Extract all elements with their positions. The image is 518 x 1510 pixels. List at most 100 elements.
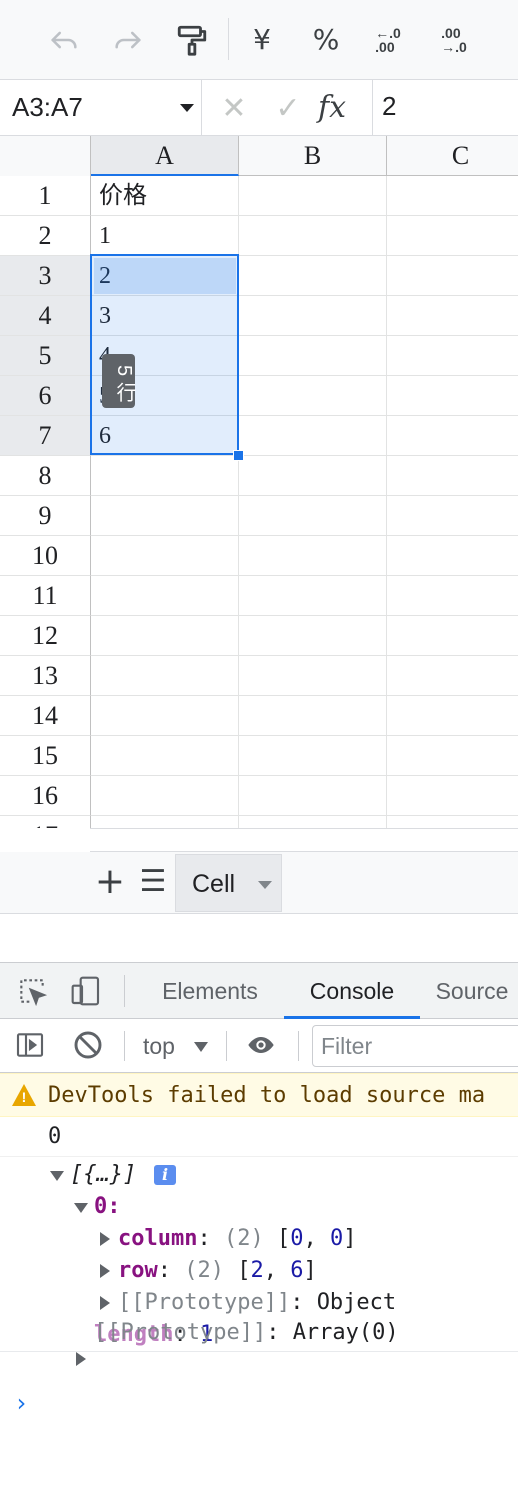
formula-input[interactable]: 2 [382, 90, 396, 122]
cell-c[interactable] [387, 216, 518, 256]
cell-a[interactable] [91, 776, 239, 816]
cell-c[interactable] [387, 496, 518, 536]
cell-a[interactable]: 2 [91, 256, 239, 296]
cell-c[interactable] [387, 696, 518, 736]
tab-sources[interactable]: Source [412, 963, 518, 1019]
cell-b[interactable] [239, 656, 387, 696]
cell-b[interactable] [239, 216, 387, 256]
increase-decimal-button[interactable]: .00 →.0 [434, 20, 474, 60]
cell-b[interactable] [239, 256, 387, 296]
row-header[interactable]: 13 [0, 656, 91, 696]
expand-triangle-icon[interactable] [50, 1171, 64, 1181]
cell-b[interactable] [239, 616, 387, 656]
row-header[interactable]: 16 [0, 776, 91, 816]
cell-c[interactable] [387, 536, 518, 576]
cell-a[interactable]: 6 [91, 416, 239, 456]
cell-c[interactable] [387, 416, 518, 456]
row-header[interactable]: 7 [0, 416, 91, 456]
info-icon[interactable]: i [154, 1165, 176, 1185]
cell-a[interactable] [91, 456, 239, 496]
console-prompt-icon[interactable]: › [14, 1387, 28, 1419]
chevron-down-icon[interactable] [180, 104, 194, 112]
cell-b[interactable] [239, 456, 387, 496]
cell-c[interactable] [387, 336, 518, 376]
cell-b[interactable] [239, 336, 387, 376]
cell-a[interactable] [91, 736, 239, 776]
array-summary[interactable]: [{…}] [70, 1159, 136, 1191]
row-header[interactable]: 12 [0, 616, 91, 656]
row-property[interactable]: row: (2) [2, 6] [118, 1255, 317, 1287]
undo-button[interactable] [44, 20, 84, 60]
cell-c[interactable] [387, 656, 518, 696]
cell-a[interactable]: 价格 [91, 176, 239, 216]
row-header[interactable]: 1 [0, 176, 91, 216]
cell-a[interactable] [91, 496, 239, 536]
cell-c[interactable] [387, 816, 518, 828]
collapsed-triangle-icon[interactable] [100, 1264, 110, 1278]
clear-console-icon[interactable] [72, 1029, 104, 1061]
row-header[interactable]: 14 [0, 696, 91, 736]
array-prototype-property[interactable]: [[Prototype]]: Array(0) [94, 1317, 399, 1349]
column-header-a[interactable]: A [91, 136, 239, 176]
collapsed-triangle-icon[interactable] [76, 1352, 86, 1366]
confirm-edit-icon[interactable]: ✓ [268, 88, 308, 128]
row-header[interactable]: 5 [0, 336, 91, 376]
row-header[interactable]: 15 [0, 736, 91, 776]
item-key-0[interactable]: 0: [94, 1191, 121, 1223]
cell-b[interactable] [239, 776, 387, 816]
currency-format-button[interactable]: ¥ [242, 20, 282, 60]
cell-b[interactable] [239, 736, 387, 776]
cell-b[interactable] [239, 576, 387, 616]
chevron-down-icon[interactable] [194, 1042, 208, 1052]
fill-handle[interactable] [233, 450, 244, 461]
cell-c[interactable] [387, 456, 518, 496]
cell-a[interactable]: 1 [91, 216, 239, 256]
cell-c[interactable] [387, 296, 518, 336]
object-prototype-property[interactable]: [[Prototype]]: Object [118, 1287, 396, 1319]
cell-a[interactable] [91, 536, 239, 576]
tab-elements[interactable]: Elements [146, 963, 274, 1019]
redo-button[interactable] [108, 20, 148, 60]
cell-c[interactable] [387, 176, 518, 216]
device-toolbar-icon[interactable] [70, 975, 102, 1007]
cell-b[interactable] [239, 496, 387, 536]
expand-triangle-icon[interactable] [74, 1203, 88, 1213]
percent-format-button[interactable]: % [306, 20, 346, 60]
row-header[interactable]: 3 [0, 256, 91, 296]
cell-b[interactable] [239, 816, 387, 828]
sidebar-toggle-icon[interactable] [14, 1029, 46, 1061]
chevron-down-icon[interactable] [258, 881, 272, 889]
collapsed-triangle-icon[interactable] [100, 1232, 110, 1246]
spreadsheet-grid[interactable]: A B C 1价格213243546576891011121314151617 … [0, 136, 518, 828]
name-box[interactable]: A3:A7 [0, 80, 202, 136]
cell-a[interactable] [91, 616, 239, 656]
column-header-c[interactable]: C [387, 136, 518, 176]
cell-c[interactable] [387, 576, 518, 616]
row-header[interactable]: 8 [0, 456, 91, 496]
cell-c[interactable] [387, 616, 518, 656]
cell-a[interactable] [91, 816, 239, 828]
paint-format-button[interactable] [172, 20, 212, 60]
sheet-tab-cell[interactable]: Cell [175, 854, 282, 912]
row-header[interactable]: 11 [0, 576, 91, 616]
console-filter-input[interactable] [312, 1025, 518, 1067]
cell-a[interactable] [91, 576, 239, 616]
add-sheet-button[interactable]: + [92, 862, 128, 902]
tab-console[interactable]: Console [284, 963, 420, 1019]
function-icon[interactable]: fx [318, 88, 358, 128]
cell-b[interactable] [239, 696, 387, 736]
context-selector[interactable]: top [143, 1029, 175, 1063]
horizontal-scrollbar[interactable] [90, 828, 518, 852]
cell-b[interactable] [239, 376, 387, 416]
cell-a[interactable] [91, 696, 239, 736]
cell-b[interactable] [239, 416, 387, 456]
decrease-decimal-button[interactable]: ←.0 .00 [368, 20, 408, 60]
cell-b[interactable] [239, 296, 387, 336]
live-expression-eye-icon[interactable] [244, 1029, 276, 1061]
cell-b[interactable] [239, 176, 387, 216]
cell-a[interactable] [91, 656, 239, 696]
all-sheets-menu-icon[interactable]: ☰ [136, 862, 170, 902]
cell-c[interactable] [387, 256, 518, 296]
cell-c[interactable] [387, 736, 518, 776]
row-header[interactable]: 10 [0, 536, 91, 576]
